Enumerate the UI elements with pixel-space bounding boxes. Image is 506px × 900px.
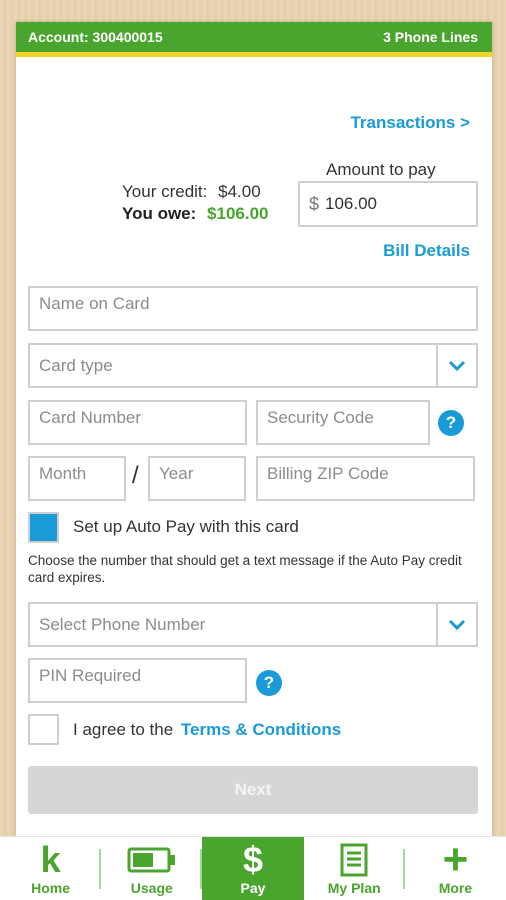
- tab-more[interactable]: + More: [405, 837, 506, 900]
- owe-row: You owe: $106.00: [122, 204, 268, 224]
- agree-label: I agree to the: [73, 720, 174, 739]
- bottom-tab-bar: k Home Usage $ Pay My Plan + More: [0, 836, 506, 900]
- terms-checkbox[interactable]: [28, 714, 59, 745]
- terms-link[interactable]: Terms & Conditions: [181, 720, 341, 739]
- tab-home[interactable]: k Home: [0, 837, 102, 900]
- tab-usage[interactable]: Usage: [101, 837, 203, 900]
- currency-symbol: $: [309, 193, 320, 214]
- name-on-card-input[interactable]: Name on Card: [28, 286, 478, 331]
- payment-card: Account: 300400015 3 Phone Lines Transac…: [16, 22, 492, 837]
- dollar-icon: $: [242, 839, 264, 880]
- account-bar: Account: 300400015 3 Phone Lines: [16, 22, 492, 52]
- owe-value: $106.00: [207, 204, 269, 223]
- credit-value: $4.00: [218, 182, 261, 201]
- accent-strip: [16, 52, 492, 57]
- credit-row: Your credit: $4.00: [122, 182, 261, 202]
- card-number-input[interactable]: Card Number: [28, 400, 247, 445]
- tab-more-label: More: [438, 880, 473, 896]
- billing-zip-input[interactable]: Billing ZIP Code: [256, 456, 475, 501]
- pin-input[interactable]: PIN Required: [28, 658, 247, 703]
- card-type-text: Card type: [39, 355, 113, 375]
- phone-number-select[interactable]: Select Phone Number: [28, 602, 478, 647]
- owe-label: You owe:: [122, 204, 197, 223]
- autopay-note: Choose the number that should get a text…: [28, 553, 462, 585]
- plus-icon: +: [442, 835, 469, 884]
- security-code-help-icon[interactable]: ?: [438, 410, 464, 436]
- tab-pay-label: Pay: [240, 880, 266, 896]
- battery-icon: [127, 842, 177, 878]
- phone-lines-count: 3 Phone Lines: [383, 29, 478, 45]
- account-number: Account: 300400015: [28, 29, 163, 45]
- tab-pay[interactable]: $ Pay: [202, 837, 304, 900]
- year-input[interactable]: Year: [148, 456, 246, 501]
- autopay-label: Set up Auto Pay with this card: [73, 517, 299, 536]
- date-separator: /: [132, 462, 139, 489]
- card-type-select[interactable]: Card type: [28, 343, 478, 388]
- amount-label: Amount to pay: [326, 160, 436, 179]
- chevron-down-icon[interactable]: [436, 604, 476, 645]
- terms-row: I agree to the Terms & Conditions: [73, 720, 341, 740]
- autopay-checkbox[interactable]: [28, 512, 59, 543]
- month-input[interactable]: Month: [28, 456, 126, 501]
- tab-usage-label: Usage: [130, 880, 173, 896]
- transactions-link[interactable]: Transactions >: [350, 113, 470, 133]
- amount-value: 106.00: [325, 194, 378, 213]
- next-button[interactable]: Next: [28, 766, 478, 814]
- document-icon: [340, 842, 368, 878]
- credit-label: Your credit:: [122, 182, 208, 201]
- security-code-input[interactable]: Security Code: [256, 400, 430, 445]
- tab-home-label: Home: [31, 880, 71, 896]
- chevron-down-icon[interactable]: [436, 345, 476, 386]
- tab-my-plan-label: My Plan: [327, 880, 381, 896]
- k-logo-icon: k: [40, 839, 61, 880]
- phone-number-text: Select Phone Number: [39, 614, 206, 634]
- tab-my-plan[interactable]: My Plan: [304, 837, 405, 900]
- pin-help-icon[interactable]: ?: [256, 670, 282, 696]
- bill-details-link[interactable]: Bill Details: [383, 241, 470, 261]
- amount-input[interactable]: $ 106.00: [298, 181, 478, 227]
